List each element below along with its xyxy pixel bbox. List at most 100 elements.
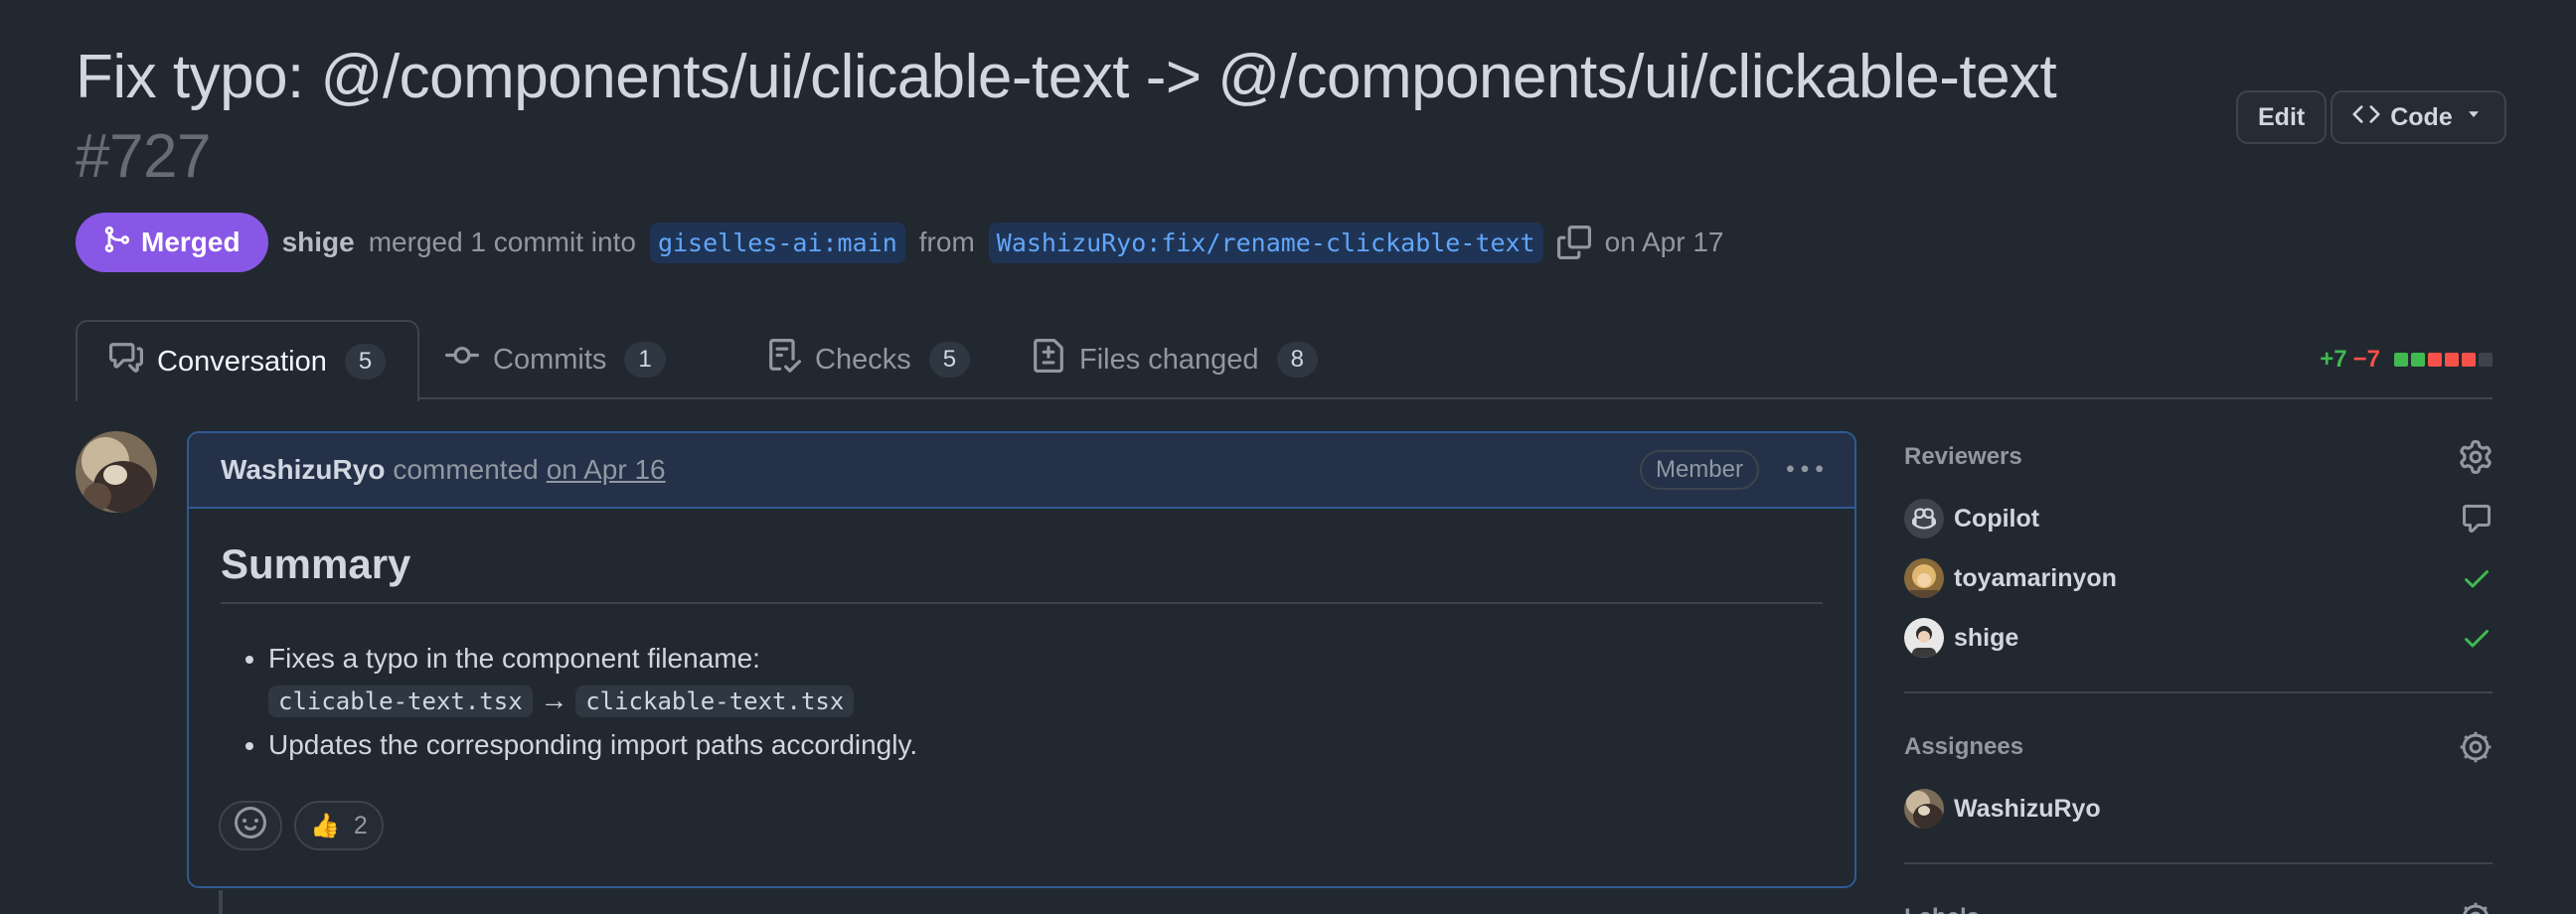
- code-icon: [2352, 100, 2380, 135]
- tab-count: 5: [928, 342, 971, 378]
- labels-section: Labels: [1904, 898, 2493, 914]
- diffstat-block: [2479, 353, 2493, 367]
- comment-icon: [2461, 503, 2493, 534]
- merge-text: merged 1 commit into: [368, 227, 636, 257]
- file-diff-icon: [1032, 339, 1065, 381]
- inline-code: clicable-text.tsx: [268, 686, 533, 717]
- check-icon: [2461, 622, 2493, 654]
- diffstat-block: [2462, 353, 2476, 367]
- edit-button[interactable]: Edit: [2236, 90, 2328, 144]
- from-text: from: [918, 227, 975, 257]
- page-title: Fix typo: @/components/ui/clicable-text …: [76, 38, 2163, 197]
- comment-list: Fixes a typo in the component filename: …: [221, 638, 1823, 766]
- kebab-horizontal-icon[interactable]: [1787, 452, 1823, 488]
- merge-date: on Apr 17: [1604, 227, 1724, 257]
- pr-number: #727: [76, 122, 211, 191]
- reviewer-name: shige: [1954, 623, 2019, 652]
- copilot-icon: [1904, 499, 1944, 538]
- diffstat-block: [2445, 353, 2459, 367]
- code-button-label: Code: [2390, 102, 2453, 131]
- labels-heading[interactable]: Labels: [1904, 898, 2493, 914]
- diffstat-block: [2428, 353, 2442, 367]
- list-item-text: Updates the corresponding import paths a…: [268, 729, 918, 760]
- deletions-count: −7: [2352, 346, 2380, 373]
- merge-author-link[interactable]: shige: [282, 227, 355, 258]
- git-commit-icon: [445, 339, 479, 381]
- header-actions: Edit Code: [2236, 90, 2506, 144]
- list-item-text: Fixes a typo in the component filename:: [268, 643, 760, 674]
- comment-header: WashizuRyo commented on Apr 16 Member: [189, 433, 1854, 509]
- reviewers-section: Reviewers Copilot toyamarinyon shige: [1904, 437, 2493, 693]
- reaction-count: 2: [353, 811, 368, 839]
- comment-discussion-icon: [109, 341, 143, 382]
- tab-label: Conversation: [157, 345, 327, 378]
- diffstat[interactable]: +7 −7: [2320, 346, 2493, 374]
- tab-label: Commits: [493, 343, 607, 376]
- state-label: Merged: [141, 227, 241, 257]
- avatar: [1904, 558, 1944, 598]
- add-reaction-button[interactable]: [219, 801, 282, 850]
- comment-body: Summary Fixes a typo in the component fi…: [189, 509, 1854, 800]
- pr-tabs: Conversation 5 Commits 1 Checks 5 Files …: [76, 320, 2493, 401]
- pr-title: Fix typo: @/components/ui/clicable-text …: [76, 43, 2057, 111]
- gear-icon[interactable]: [2459, 901, 2493, 914]
- edit-button-label: Edit: [2258, 102, 2306, 131]
- tab-label: Checks: [815, 343, 911, 376]
- reviewers-heading[interactable]: Reviewers: [1904, 437, 2493, 477]
- gear-icon[interactable]: [2459, 440, 2493, 474]
- avatar: [1904, 789, 1944, 829]
- smiley-icon: [235, 806, 266, 845]
- check-icon: [2461, 562, 2493, 594]
- diffstat-block: [2411, 353, 2425, 367]
- tab-label: Files changed: [1079, 343, 1259, 376]
- comment-date-link[interactable]: on Apr 16: [547, 454, 666, 486]
- reviewer-name: toyamarinyon: [1954, 563, 2117, 592]
- diffstat-block: [2394, 353, 2408, 367]
- tab-count: 1: [624, 342, 666, 378]
- arrow-text: →: [540, 685, 568, 715]
- list-item: Fixes a typo in the component filename: …: [268, 638, 1823, 722]
- gear-icon[interactable]: [2459, 730, 2493, 764]
- assignee-washizuryo[interactable]: WashizuRyo: [1904, 779, 2493, 838]
- sidebar: Reviewers Copilot toyamarinyon shige Ass…: [1904, 437, 2493, 914]
- state-badge: Merged: [76, 213, 268, 272]
- head-branch[interactable]: WashizuRyo:fix/rename-clickable-text: [988, 222, 1543, 263]
- assignees-heading[interactable]: Assignees: [1904, 727, 2493, 767]
- avatar: [1904, 618, 1944, 658]
- tab-files-changed[interactable]: Files changed 8: [1000, 320, 1350, 399]
- section-title: Assignees: [1904, 733, 2024, 760]
- comment-author-link[interactable]: WashizuRyo: [221, 454, 385, 486]
- code-button[interactable]: Code: [2331, 90, 2506, 144]
- copy-icon[interactable]: [1556, 226, 1591, 259]
- assignee-name: WashizuRyo: [1954, 794, 2101, 823]
- comment-action: commented: [393, 454, 539, 485]
- timeline-line: [219, 890, 223, 914]
- comment-heading: Summary: [221, 540, 1823, 604]
- reviewer-shige[interactable]: shige: [1904, 608, 2493, 668]
- additions-count: +7: [2320, 346, 2347, 373]
- tab-conversation[interactable]: Conversation 5: [76, 320, 420, 401]
- reactions-bar: 👍 2: [219, 801, 384, 850]
- git-merge-icon: [101, 225, 131, 261]
- thumbs-up-icon: 👍: [310, 812, 340, 839]
- tab-commits[interactable]: Commits 1: [413, 320, 698, 399]
- reviewer-name: Copilot: [1954, 504, 2040, 533]
- list-item: Updates the corresponding import paths a…: [268, 724, 1823, 766]
- role-badge: Member: [1639, 450, 1759, 490]
- triangle-down-icon: [2463, 103, 2485, 132]
- avatar[interactable]: [76, 431, 157, 513]
- assignees-section: Assignees WashizuRyo: [1904, 727, 2493, 864]
- checklist-icon: [767, 339, 802, 381]
- tab-count: 8: [1276, 342, 1318, 378]
- tab-checks[interactable]: Checks 5: [735, 320, 1002, 399]
- pr-meta: Merged shige merged 1 commit into gisell…: [76, 213, 1724, 272]
- base-branch[interactable]: giselles-ai:main: [649, 222, 905, 263]
- section-title: Labels: [1904, 904, 1980, 914]
- section-title: Reviewers: [1904, 443, 2022, 470]
- comment-card: WashizuRyo commented on Apr 16 Member Su…: [187, 431, 1856, 888]
- inline-code: clickable-text.tsx: [575, 686, 855, 717]
- thumbs-up-reaction[interactable]: 👍 2: [294, 801, 384, 850]
- reviewer-toyamarinyon[interactable]: toyamarinyon: [1904, 548, 2493, 608]
- diffstat-blocks: [2394, 353, 2493, 367]
- reviewer-copilot[interactable]: Copilot: [1904, 489, 2493, 548]
